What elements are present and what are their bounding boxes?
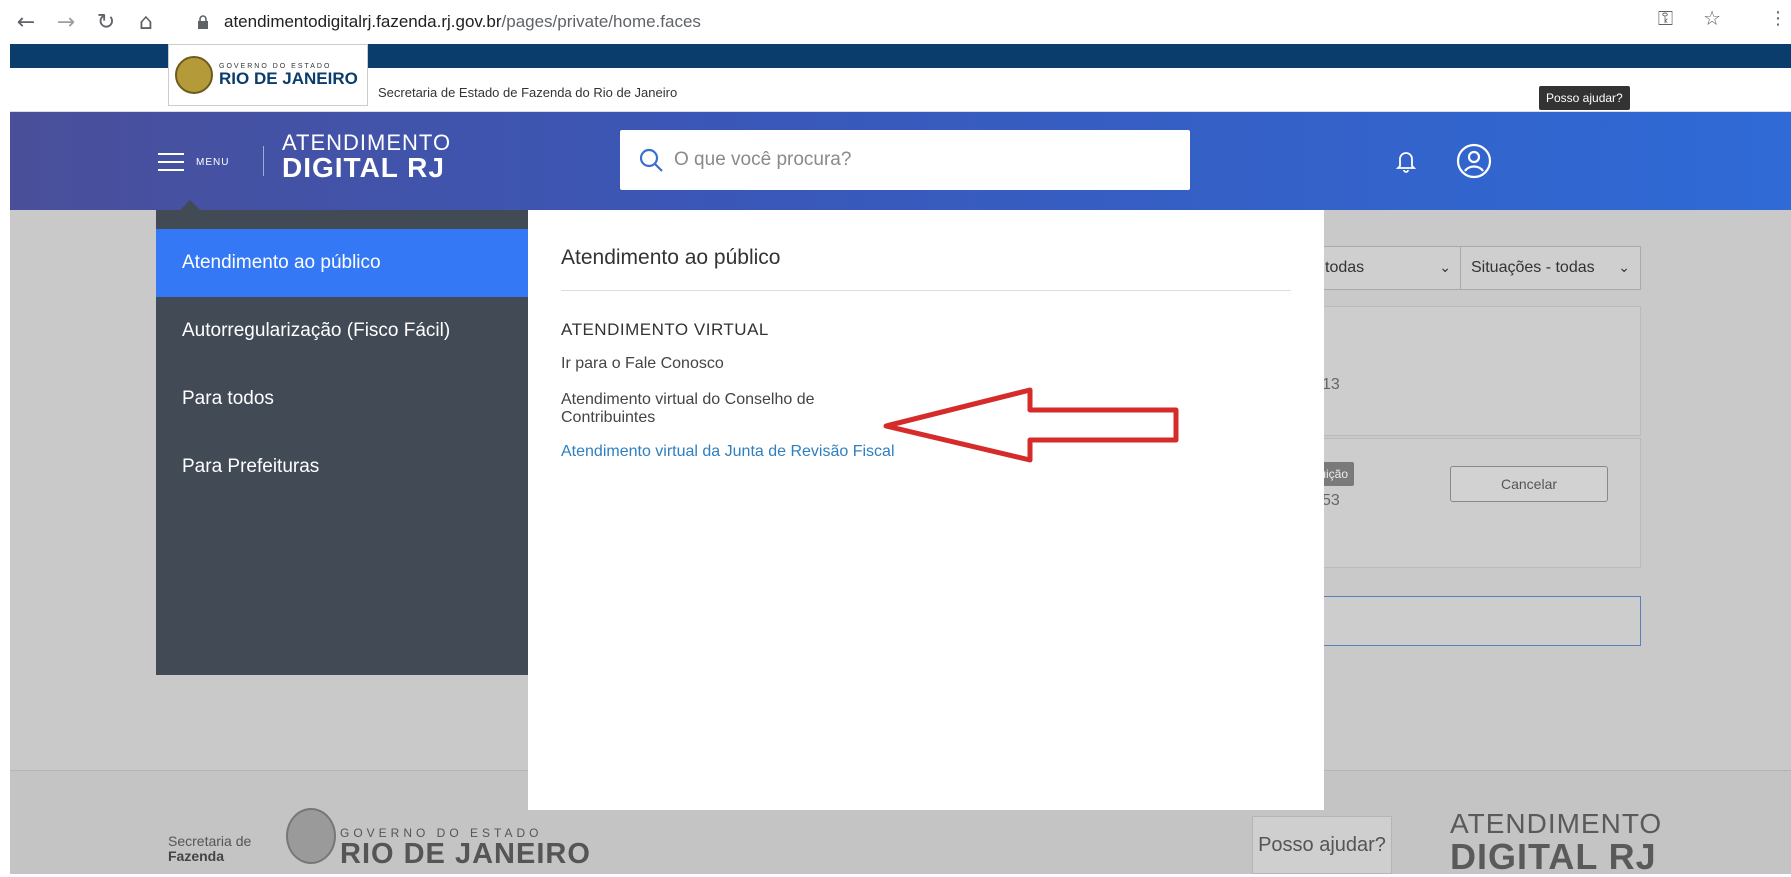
- app-brand[interactable]: ATENDIMENTO DIGITAL RJ: [282, 132, 451, 182]
- user-account-icon[interactable]: [1455, 142, 1493, 180]
- background-input[interactable]: [1320, 596, 1641, 646]
- home-icon[interactable]: ⌂: [132, 8, 160, 36]
- hamburger-icon: [158, 153, 184, 171]
- footer-secretaria: Secretaria de Fazenda: [168, 834, 251, 864]
- filter-select-1[interactable]: todas ⌄: [1320, 246, 1462, 290]
- search-icon: [639, 148, 663, 172]
- footer-brand: ATENDIMENTO DIGITAL RJ: [1450, 810, 1662, 876]
- key-icon[interactable]: ⚿: [1658, 6, 1673, 30]
- footer-gov-big: RIO DE JANEIRO: [340, 838, 591, 870]
- header-divider: [263, 146, 264, 176]
- menu-sidebar: Atendimento ao público Autorregularizaçã…: [156, 210, 528, 675]
- search-box[interactable]: [620, 130, 1190, 190]
- forward-arrow-icon[interactable]: →: [52, 8, 80, 36]
- footer-secretaria-line2: Fazenda: [168, 848, 225, 864]
- footer-seal-icon: [286, 808, 336, 864]
- card-number: 53: [1322, 492, 1340, 509]
- address-bar[interactable]: atendimentodigitalrj.fazenda.rj.gov.br/p…: [196, 6, 1666, 38]
- filter1-text: todas: [1325, 259, 1365, 276]
- link-junta-revisao-fiscal[interactable]: Atendimento virtual da Junta de Revisão …: [561, 443, 901, 461]
- back-arrow-icon[interactable]: ←: [12, 8, 40, 36]
- help-button[interactable]: Posso ajudar?: [1539, 86, 1630, 110]
- link-conselho-contribuintes[interactable]: Atendimento virtual do Conselho de Contr…: [561, 391, 901, 427]
- footer-brand-line2: DIGITAL RJ: [1450, 836, 1657, 877]
- menu-notch: [180, 200, 200, 210]
- submenu-panel: Atendimento ao público ATENDIMENTO VIRTU…: [528, 210, 1324, 810]
- star-icon[interactable]: ☆: [1703, 6, 1721, 30]
- filter2-text: Situações - todas: [1471, 259, 1595, 276]
- red-arrow-annotation: [883, 387, 1179, 463]
- brand-line1: ATENDIMENTO: [282, 130, 452, 155]
- submenu-title: Atendimento ao público: [561, 246, 781, 269]
- gov-seal-icon: [175, 56, 213, 94]
- bell-icon[interactable]: [1394, 148, 1418, 174]
- filter-select-situacoes[interactable]: Situações - todas ⌄: [1460, 246, 1641, 290]
- footer-help-button[interactable]: Posso ajudar?: [1252, 816, 1392, 874]
- reload-icon[interactable]: ↻: [92, 8, 120, 36]
- menu-item-para-todos[interactable]: Para todos: [156, 365, 528, 433]
- menu-button[interactable]: MENU: [158, 153, 229, 171]
- search-input[interactable]: [672, 148, 1152, 172]
- browser-toolbar: ← → ↻ ⌂ atendimentodigitalrj.fazenda.rj.…: [0, 0, 1791, 44]
- footer-secretaria-line1: Secretaria de: [168, 833, 252, 849]
- menu-label: MENU: [196, 156, 230, 168]
- chevron-down-icon: ⌄: [1439, 259, 1451, 275]
- secretaria-link[interactable]: Secretaria de Estado de Fazenda do Rio d…: [378, 85, 677, 100]
- request-card: [1320, 306, 1641, 436]
- url-path: /pages/private/home.faces: [501, 12, 701, 31]
- chevron-down-icon: ⌄: [1618, 259, 1630, 275]
- more-icon[interactable]: ⋮: [1769, 8, 1787, 29]
- submenu-divider: [561, 290, 1291, 291]
- menu-item-atendimento[interactable]: Atendimento ao público: [156, 229, 528, 297]
- brand-line2: DIGITAL RJ: [282, 152, 445, 183]
- link-fale-conosco[interactable]: Ir para o Fale Conosco: [561, 355, 901, 373]
- lock-icon: [198, 15, 208, 29]
- gov-logo-big: RIO DE JANEIRO: [219, 68, 358, 88]
- submenu-section-heading: ATENDIMENTO VIRTUAL: [561, 320, 769, 339]
- menu-item-autorregularizacao[interactable]: Autorregularização (Fisco Fácil): [156, 297, 528, 365]
- footer-brand-line1: ATENDIMENTO: [1450, 808, 1663, 839]
- gov-logo[interactable]: GOVERNO DO ESTADO RIO DE JANEIRO: [168, 44, 368, 106]
- cancel-button[interactable]: Cancelar: [1450, 466, 1608, 502]
- card-number: 13: [1322, 376, 1340, 393]
- menu-item-para-prefeituras[interactable]: Para Prefeituras: [156, 433, 528, 501]
- request-card: [1320, 438, 1641, 568]
- url-host: atendimentodigitalrj.fazenda.rj.gov.br: [224, 12, 502, 31]
